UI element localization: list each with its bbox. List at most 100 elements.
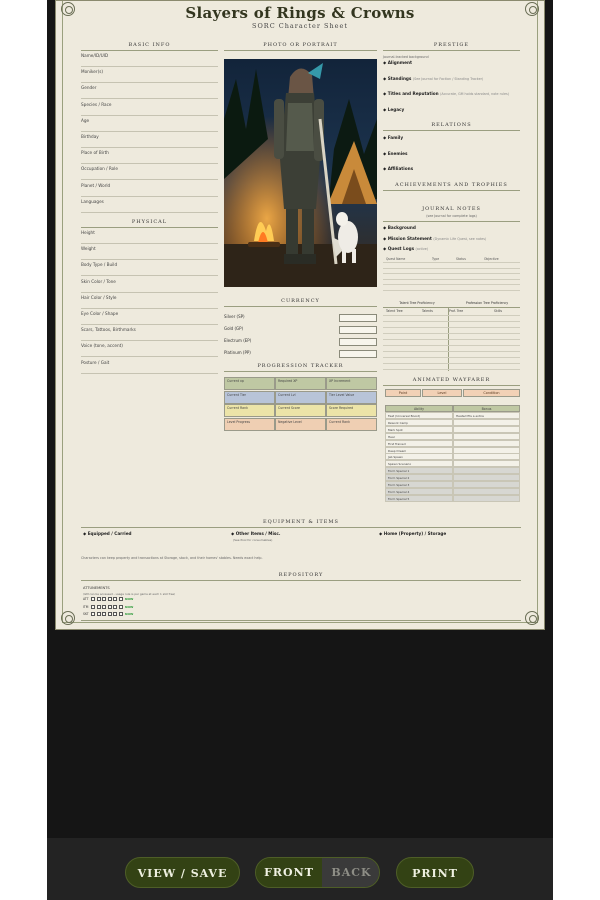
progression-cell[interactable]: Current Rank [224,404,275,417]
repository-checkbox[interactable] [102,597,106,601]
repository-checkbox[interactable] [102,604,106,609]
wayfarer-bonus-cell[interactable] [453,494,520,502]
basic-info-field[interactable]: Occupation / Role [81,166,218,181]
back-tab[interactable]: Back [322,858,379,887]
basic-info-field[interactable]: Languages [81,199,218,213]
talent-tree-heading: Talent Tree Proficiency [399,301,435,305]
repository-checkbox[interactable] [91,612,95,616]
progression-cell[interactable]: Tier Level Value [326,390,377,404]
portrait-art [224,59,377,287]
basic-info-field[interactable]: Birthday [81,134,218,148]
basic-info-field[interactable]: Gender [81,85,218,100]
prestige-item[interactable]: ◆ Titles and Reputation (Accurate, GM ho… [383,91,520,96]
portrait-heading: Photo or Portrait [224,42,377,51]
relation-item-label: Affiliations [387,166,414,171]
wayfarer-top-cell[interactable]: Point [385,389,421,397]
repository-checkbox[interactable] [118,597,123,601]
basic-info-field[interactable]: Species / Race [81,102,218,116]
repository-checkbox[interactable] [118,612,123,616]
wayfarer-top-cell[interactable]: Level [422,389,462,397]
currency-input[interactable] [339,314,377,322]
repository-checkbox[interactable] [107,597,112,601]
repository-bottom-rule [81,620,521,621]
journal-item[interactable]: ◆ Mission Statement (Dynamic Life Quest,… [383,236,520,241]
print-button[interactable]: Print [396,857,474,888]
journal-note: (see Journal for complete logs) [426,214,477,218]
prestige-item[interactable]: ◆ Alignment [383,60,520,65]
repository-checkbox[interactable] [113,612,117,616]
repository-checkbox[interactable] [96,604,101,609]
physical-field[interactable]: Voice (tone, accent) [81,343,218,358]
repository-checkbox[interactable] [118,604,123,609]
repository-checkbox[interactable] [91,604,95,609]
wayfarer-top-cell[interactable]: Condition [463,389,520,397]
basic-info-field[interactable]: Planet / World [81,183,218,197]
repository-checkbox[interactable] [113,597,117,601]
progression-cell[interactable]: Current xp [224,377,275,390]
repository-checkbox[interactable] [96,612,101,616]
equipment-column-label: Equipped / Carried [87,531,132,536]
equipment-column[interactable]: ◆ Equipped / Carried [83,531,223,536]
basic-info-field[interactable]: Moniker(s) [81,69,218,84]
repository-checkbox[interactable] [91,597,95,601]
talent-row-line [383,363,520,364]
progression-cell[interactable]: Negative Level [275,417,326,431]
progression-cell[interactable]: Level Progress [224,417,275,431]
front-back-toggle[interactable]: Front Back [255,857,380,888]
prestige-item-note: (Accurate, GM holds standard, note rules… [440,92,510,96]
corner-ornament-icon [61,611,75,625]
journal-item[interactable]: ◆ Background [383,225,520,230]
currency-input[interactable] [339,338,377,346]
currency-input[interactable] [339,350,377,358]
physical-field[interactable]: Weight [81,246,218,261]
talent-column-header: Skills [494,309,502,313]
physical-field[interactable]: Body Type / Build [81,262,218,277]
repository-checkbox[interactable] [107,604,112,609]
currency-label: Platinum (PP) [224,350,251,355]
basic-info-field[interactable]: Place of Birth [81,150,218,165]
repository-checkbox[interactable] [102,612,106,616]
progression-cell[interactable]: Required XP [275,377,326,390]
progression-cell[interactable]: Score Required [326,404,377,417]
repository-checkbox[interactable] [113,604,117,609]
journal-rule [383,221,520,222]
equipment-column[interactable]: ◆ Other Items / Misc. [231,531,371,536]
relation-item[interactable]: ◆ Enemies [383,151,520,156]
equipment-column[interactable]: ◆ Home (Property) / Storage [379,531,519,536]
character-portrait[interactable] [224,59,377,287]
journal-item[interactable]: ◆ Quest Logs (active) [383,246,520,251]
quest-column-header: Status [456,257,466,261]
physical-field[interactable]: Skin Color / Tone [81,279,218,293]
sheet-title: Slayers of Rings & Crowns [185,4,415,22]
progression-cell[interactable]: XP Increment [326,377,377,390]
talent-header-rule [383,307,520,308]
basic-info-field[interactable]: Name/ID/UID [81,53,218,67]
progression-cell[interactable]: Current Tier [224,390,275,404]
wayfarer-ability-cell[interactable]: Form Special 5 [385,494,453,502]
prestige-item[interactable]: ◆ Standings (See Journal for Faction / S… [383,76,520,81]
progression-cell[interactable]: Current Rank [326,417,377,431]
repository-checkbox[interactable] [96,597,101,601]
journal-item-note: (active) [415,247,429,251]
equipment-column-note: (See Pool for consumables) [233,538,273,542]
progression-cell[interactable]: Current Score [275,404,326,417]
physical-field[interactable]: Hair Color / Style [81,295,218,309]
physical-field[interactable]: Posture / Gait [81,360,218,374]
progression-cell[interactable]: Current Lvl [275,390,326,404]
front-tab[interactable]: Front [256,858,322,887]
talent-column-header: Talent Tree [386,309,403,313]
talent-row-line [383,357,520,358]
basic-info-field[interactable]: Age [81,118,218,132]
physical-field[interactable]: Eye Color / Shape [81,311,218,325]
prestige-item[interactable]: ◆ Legacy [383,107,520,112]
currency-input[interactable] [339,326,377,334]
physical-field[interactable]: Height [81,230,218,244]
relation-item[interactable]: ◆ Family [383,135,520,140]
view-save-button[interactable]: View / Save [125,857,240,888]
relation-item[interactable]: ◆ Affiliations [383,166,520,171]
relations-heading: Relations [383,122,520,131]
equipment-column-label: Home (Property) / Storage [383,531,447,536]
physical-heading: Physical [81,219,218,228]
physical-field[interactable]: Scars, Tattoos, Birthmarks [81,327,218,342]
repository-checkbox[interactable] [107,612,112,616]
